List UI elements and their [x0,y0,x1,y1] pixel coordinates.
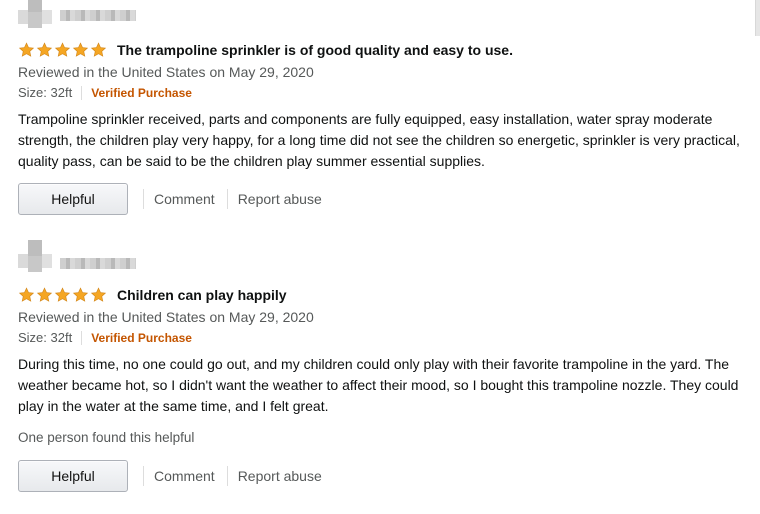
avatar [18,240,52,274]
divider [143,189,144,209]
helpful-button[interactable]: Helpful [18,460,128,492]
review-date: Reviewed in the United States on May 29,… [18,64,314,80]
divider [81,85,83,100]
review-card: Children can play happily Reviewed in th… [0,236,760,514]
star-rating[interactable] [18,42,107,58]
verified-badge[interactable]: Verified Purchase [91,86,192,100]
star-icon [54,287,71,302]
star-icon [18,42,35,57]
reviewer-name[interactable] [60,10,136,21]
divider [226,189,228,209]
review-body: Trampoline sprinkler received, parts and… [18,111,740,169]
review-title[interactable]: The trampoline sprinkler is of good qual… [117,42,513,58]
helpful-button[interactable]: Helpful [18,183,128,215]
divider [143,466,144,486]
star-icon [18,287,35,302]
size-variant[interactable]: Size: 32ft [18,85,72,100]
comment-link[interactable]: Comment [154,191,215,207]
divider [81,330,83,345]
avatar [18,0,52,30]
review-title[interactable]: Children can play happily [117,287,287,303]
review-body: During this time, no one could go out, a… [18,356,739,414]
star-icon [54,42,71,57]
star-icon [90,42,107,57]
verified-badge[interactable]: Verified Purchase [91,331,192,345]
star-icon [36,42,53,57]
review-date: Reviewed in the United States on May 29,… [18,309,314,325]
review-card: The trampoline sprinkler is of good qual… [0,0,760,230]
star-icon [72,42,89,57]
report-abuse-link[interactable]: Report abuse [238,468,322,484]
reviewer-name[interactable] [60,258,136,269]
size-variant[interactable]: Size: 32ft [18,330,72,345]
comment-link[interactable]: Comment [154,468,215,484]
divider [226,466,228,486]
report-abuse-link[interactable]: Report abuse [238,191,322,207]
star-icon [90,287,107,302]
star-rating[interactable] [18,287,107,303]
star-icon [72,287,89,302]
helpful-count: One person found this helpful [18,430,195,445]
star-icon [36,287,53,302]
